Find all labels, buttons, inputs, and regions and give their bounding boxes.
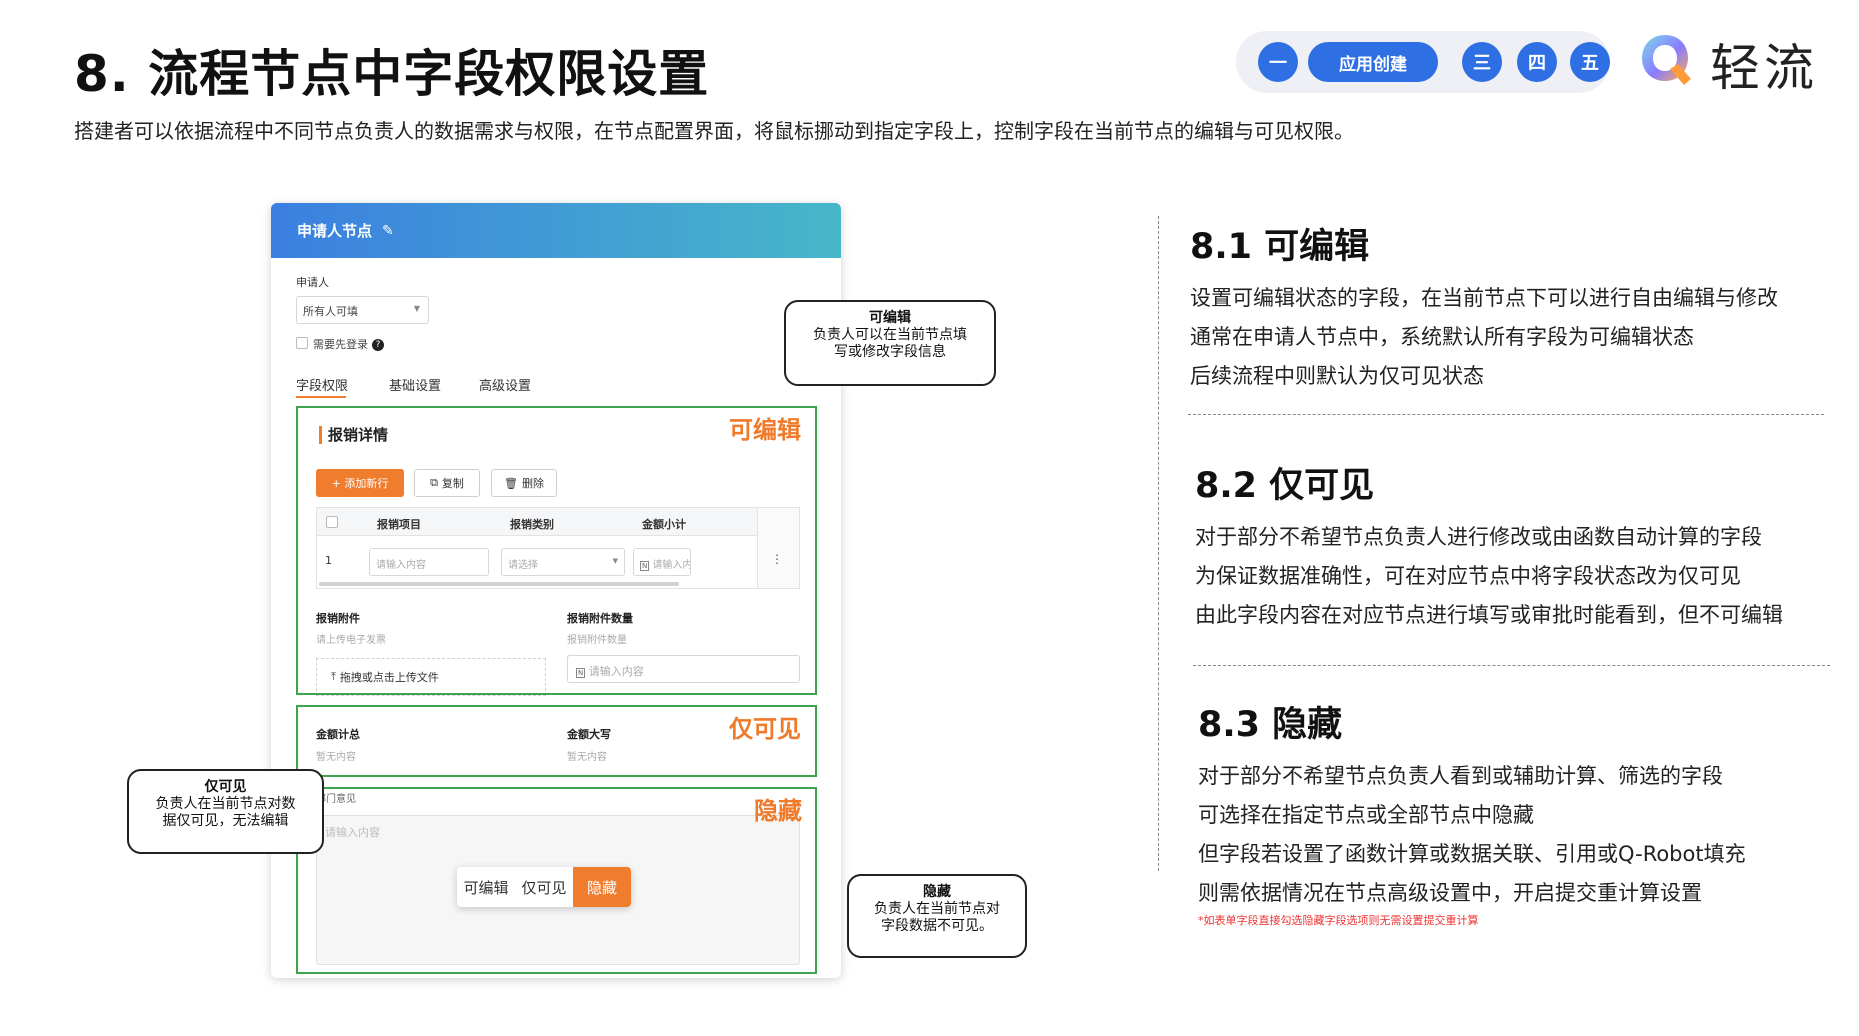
section-heading-readonly: 8.2 仅可见: [1195, 466, 1375, 506]
section-divider-2: [1193, 665, 1830, 666]
section-editable-line: 后续流程中则默认为仅可见状态: [1190, 364, 1484, 388]
callout-readonly: 仅可见 负责人在当前节点对数 据仅可见，无法编辑: [127, 769, 324, 854]
callout-hidden-line2: 字段数据不可见。: [881, 918, 993, 934]
qingflow-logo-icon: [1637, 31, 1693, 89]
section-divider-1: [1188, 414, 1824, 415]
tab-basic-settings[interactable]: 基础设置: [389, 375, 441, 394]
section-hidden-line: 但字段若设置了函数计算或数据关联、引用或Q-Robot填充: [1198, 842, 1746, 866]
editable-zone-frame: [296, 406, 817, 695]
section-editable-line: 设置可编辑状态的字段，在当前节点下可以进行自由编辑与修改: [1190, 286, 1778, 310]
applicant-select[interactable]: 所有人可填 ▼: [296, 296, 429, 324]
page-title: 8. 流程节点中字段权限设置: [74, 45, 710, 103]
section-hidden-line: 则需依据情况在节点高级设置中，开启提交重计算设置: [1198, 881, 1702, 905]
callout-hidden-line1: 负责人在当前节点对: [874, 901, 1000, 917]
nav-item-5[interactable]: 五: [1570, 42, 1610, 82]
callout-editable-title: 可编辑: [869, 310, 911, 326]
logo-text: 轻流: [1710, 39, 1818, 97]
login-required-checkbox[interactable]: [296, 337, 308, 349]
nav-item-1[interactable]: 一: [1258, 42, 1298, 82]
callout-readonly-line1: 负责人在当前节点对数: [155, 796, 296, 812]
active-tab-indicator: [296, 396, 346, 398]
nav-item-3[interactable]: 三: [1462, 42, 1502, 82]
chevron-down-icon: ▼: [413, 304, 420, 313]
hidden-zone-frame: [296, 787, 817, 974]
callout-readonly-line2: 据仅可见，无法编辑: [162, 813, 289, 829]
help-icon[interactable]: ?: [372, 339, 384, 351]
editable-zone-label: 可编辑: [729, 416, 801, 444]
section-hidden-line: 可选择在指定节点或全部节点中隐藏: [1198, 803, 1534, 827]
node-header: 申请人节点 ✎: [271, 203, 841, 258]
section-hidden-footnote: *如表单字段直接勾选隐藏字段选项则无需设置提交重计算: [1198, 914, 1479, 927]
callout-editable-line2: 写或修改字段信息: [834, 344, 946, 360]
applicant-select-value: 所有人可填: [303, 305, 358, 318]
callout-editable: 可编辑 负责人可以在当前节点填 写或修改字段信息: [784, 300, 996, 386]
node-title: 申请人节点: [297, 222, 373, 240]
callout-editable-line1: 负责人可以在当前节点填: [813, 327, 967, 343]
nav-item-2[interactable]: 应用创建: [1308, 42, 1438, 82]
login-required-label: 需要先登录?: [313, 336, 384, 352]
section-readonly-line: 为保证数据准确性，可在对应节点中将字段状态改为仅可见: [1195, 564, 1741, 588]
section-heading-hidden: 8.3 隐藏: [1198, 705, 1343, 745]
section-hidden-line: 对于部分不希望节点负责人看到或辅助计算、筛选的字段: [1198, 764, 1723, 788]
edit-icon[interactable]: ✎: [382, 223, 394, 239]
tab-advanced-settings[interactable]: 高级设置: [479, 375, 531, 394]
section-editable-line: 通常在申请人节点中，系统默认所有字段为可编辑状态: [1190, 325, 1694, 349]
hidden-zone-label: 隐藏: [754, 797, 802, 825]
panel-divider: [1158, 216, 1159, 871]
section-readonly-line: 由此字段内容在对应节点进行填写或审批时能看到，但不可编辑: [1195, 603, 1783, 627]
page-subtitle: 搭建者可以依据流程中不同节点负责人的数据需求与权限，在节点配置界面，将鼠标挪动到…: [74, 119, 1354, 143]
readonly-zone-label: 仅可见: [729, 715, 801, 743]
callout-hidden-title: 隐藏: [923, 884, 951, 900]
nav-item-4[interactable]: 四: [1517, 42, 1557, 82]
callout-readonly-title: 仅可见: [204, 779, 247, 795]
section-heading-editable: 8.1 可编辑: [1190, 227, 1370, 267]
section-readonly-line: 对于部分不希望节点负责人进行修改或由函数自动计算的字段: [1195, 525, 1762, 549]
tab-field-permission[interactable]: 字段权限: [296, 375, 348, 394]
callout-hidden: 隐藏 负责人在当前节点对 字段数据不可见。: [847, 874, 1027, 958]
applicant-label: 申请人: [296, 276, 329, 289]
